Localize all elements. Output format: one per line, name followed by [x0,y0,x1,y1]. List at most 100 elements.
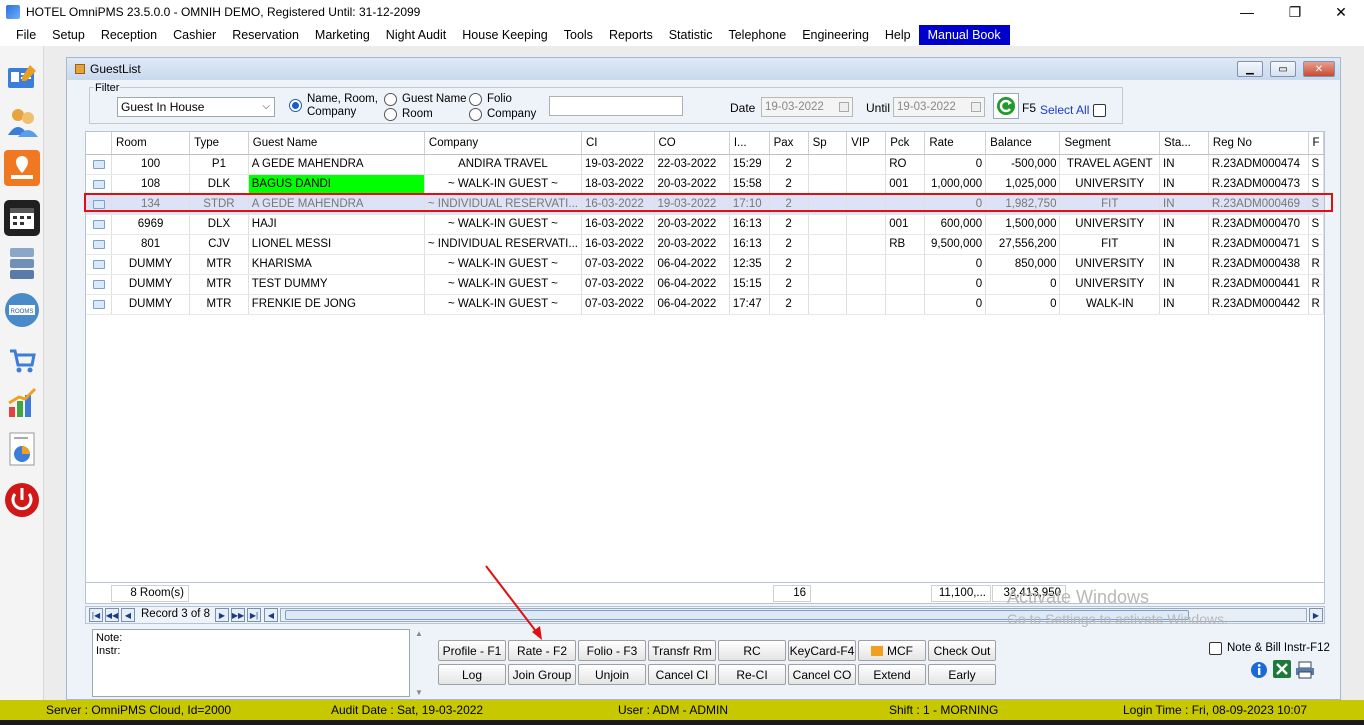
menu-setup[interactable]: Setup [44,25,93,45]
scroll-left-button[interactable]: ◀ [264,608,278,622]
col-sp[interactable]: Sp [808,132,848,155]
row-selector[interactable] [86,174,113,195]
join-group-button[interactable]: Join Group [508,664,576,685]
shopping-cart-icon[interactable] [4,342,40,378]
select-all-label[interactable]: Select All [1040,103,1089,117]
table-row[interactable]: 100 P1 A GEDE MAHENDRA ANDIRA TRAVEL 19-03-2… [86,154,1324,175]
until-field[interactable]: 19-03-2022 [893,97,985,117]
child-maximize-button[interactable]: ▭ [1270,61,1296,77]
col-pax[interactable]: Pax [769,132,809,155]
menu-reports[interactable]: Reports [601,25,661,45]
prev-page-button[interactable]: ◀◀ [105,608,119,622]
calendar-icon[interactable] [839,102,849,112]
next-record-button[interactable]: ▶ [215,608,229,622]
col-pck[interactable]: Pck [885,132,926,155]
extend-button[interactable]: Extend [858,664,926,685]
col-select[interactable] [86,132,113,155]
menu-file[interactable]: File [8,25,44,45]
cancel-ci-button[interactable]: Cancel CI [648,664,716,685]
table-row[interactable]: DUMMY MTR KHARISMA ~ WALK-IN GUEST ~07-03-2… [86,254,1324,275]
menu-reservation[interactable]: Reservation [224,25,307,45]
radio-folio[interactable] [469,93,482,106]
table-row[interactable]: 134 STDR A GEDE MAHENDRA ~ INDIVIDUAL RESER… [86,194,1324,215]
maximize-button[interactable]: ❐ [1272,0,1318,24]
menu-night-audit[interactable]: Night Audit [378,25,454,45]
col-in-time[interactable]: I... [729,132,770,155]
menu-help[interactable]: Help [877,25,919,45]
col-ci[interactable]: CI [581,132,655,155]
filter-select[interactable]: Guest In House ⌵ [117,97,275,117]
check-out-button[interactable]: Check Out [928,640,996,661]
menu-engineering[interactable]: Engineering [794,25,877,45]
power-icon[interactable] [4,482,40,518]
radio-company[interactable] [469,108,482,121]
table-row[interactable]: DUMMY MTR TEST DUMMY ~ WALK-IN GUEST ~07-03… [86,274,1324,295]
col-balance[interactable]: Balance [985,132,1061,155]
child-minimize-button[interactable]: ▁ [1237,61,1263,77]
guest-card-icon[interactable] [4,60,40,96]
col-reg-no[interactable]: Reg No [1208,132,1309,155]
chart-icon[interactable] [4,386,40,422]
transfer-room-button[interactable]: Transfr Rm [648,640,716,661]
radio-room[interactable] [384,108,397,121]
menu-tools[interactable]: Tools [556,25,601,45]
menu-telephone[interactable]: Telephone [720,25,794,45]
col-co[interactable]: CO [654,132,730,155]
radio-guest-name[interactable] [384,93,397,106]
calendar-icon[interactable] [4,200,40,236]
row-selector[interactable] [86,234,113,255]
rooms-available-icon[interactable]: ROOMS [4,292,40,328]
col-room[interactable]: Room [111,132,191,155]
col-segment[interactable]: Segment [1059,132,1161,155]
map-icon[interactable] [4,150,40,186]
note-box[interactable]: Note: Instr: [92,629,410,697]
cancel-co-button[interactable]: Cancel CO [788,664,856,685]
radio-name-room-company[interactable] [289,99,302,112]
unjoin-button[interactable]: Unjoin [578,664,646,685]
menu-statistic[interactable]: Statistic [661,25,721,45]
server-icon[interactable] [4,246,40,282]
row-selector[interactable] [86,154,113,175]
mcf-button[interactable]: MCF [858,640,926,661]
col-status[interactable]: Sta... [1159,132,1209,155]
col-type[interactable]: Type [189,132,249,155]
menu-manual-book[interactable]: Manual Book [918,25,1010,45]
early-button[interactable]: Early [928,664,996,685]
note-scrollbar[interactable]: ▲ ▼ [413,629,425,697]
table-row[interactable]: DUMMY MTR FRENKIE DE JONG ~ WALK-IN GUEST ~… [86,294,1324,315]
menu-cashier[interactable]: Cashier [165,25,224,45]
keycard-button[interactable]: KeyCard-F4 [788,640,856,661]
col-vip[interactable]: VIP [846,132,887,155]
scroll-up-icon[interactable]: ▲ [413,629,425,638]
users-icon[interactable] [4,104,40,140]
col-f[interactable]: F [1308,132,1324,155]
row-selector[interactable] [86,194,113,215]
printer-icon[interactable] [1295,661,1315,682]
folio-button[interactable]: Folio - F3 [578,640,646,661]
minimize-button[interactable]: — [1224,0,1270,24]
rc-button[interactable]: RC [718,640,786,661]
row-selector[interactable] [86,254,113,275]
close-button[interactable]: ✕ [1318,0,1364,24]
date-field[interactable]: 19-03-2022 [761,97,853,117]
row-selector[interactable] [86,294,113,315]
scroll-right-button[interactable]: ▶ [1309,608,1323,622]
table-row[interactable]: 108 DLK BAGUS DANDI ~ WALK-IN GUEST ~18-03-… [86,174,1324,195]
re-ci-button[interactable]: Re-CI [718,664,786,685]
table-row[interactable]: 6969 DLX HAJI ~ WALK-IN GUEST ~16-03-2022 20… [86,214,1324,235]
note-bill-checkbox[interactable] [1209,642,1222,655]
calendar-icon[interactable] [971,102,981,112]
search-input[interactable] [549,96,683,116]
first-record-button[interactable]: |◀ [89,608,103,622]
refresh-button[interactable] [993,93,1019,119]
next-page-button[interactable]: ▶▶ [231,608,245,622]
report-pie-icon[interactable] [4,432,40,468]
col-company[interactable]: Company [424,132,582,155]
col-guest-name[interactable]: Guest Name [248,132,425,155]
table-row[interactable]: 801 CJV LIONEL MESSI ~ INDIVIDUAL RESERVATI… [86,234,1324,255]
row-selector[interactable] [86,214,113,235]
menu-reception[interactable]: Reception [93,25,165,45]
child-close-button[interactable]: ✕ [1303,61,1335,77]
info-icon[interactable] [1250,661,1268,682]
row-selector[interactable] [86,274,113,295]
